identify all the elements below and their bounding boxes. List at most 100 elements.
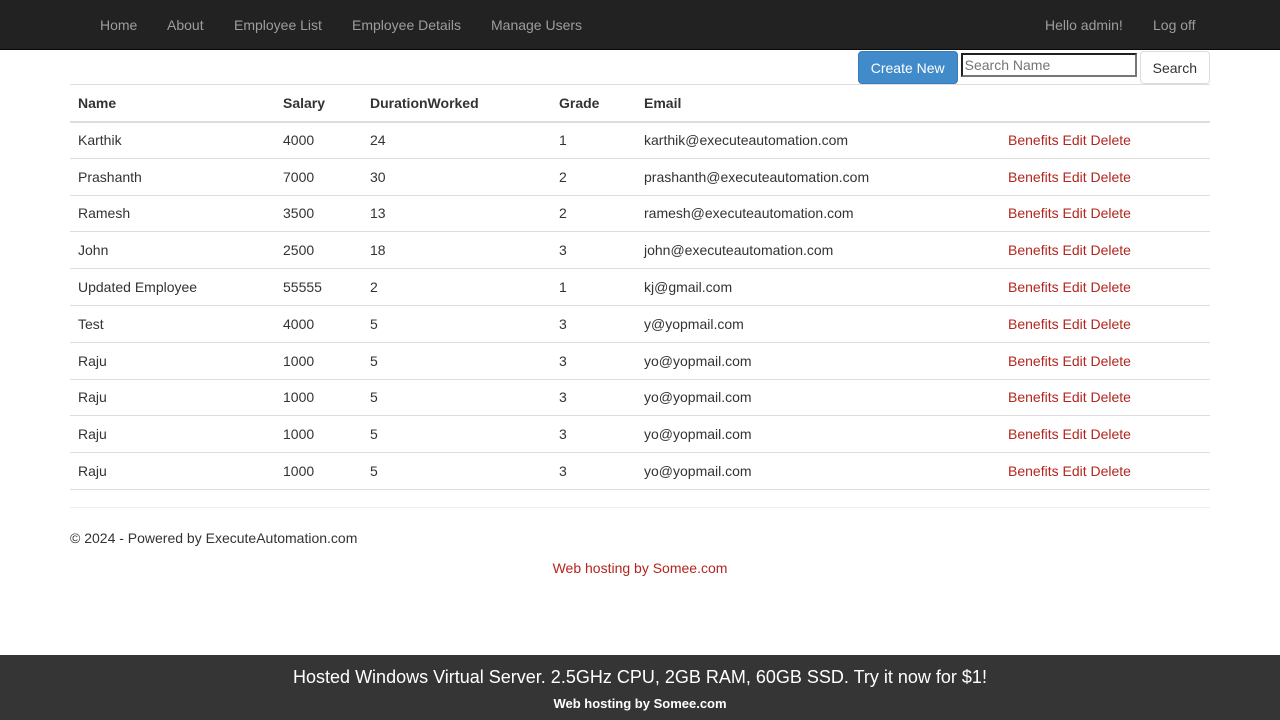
create-new-button[interactable]: Create New [857,51,958,84]
nav-manage-users[interactable]: Manage Users [491,0,582,50]
cell-name: John [70,231,275,270]
benefits-link[interactable]: Benefits [1008,132,1059,148]
cell-salary: 1000 [275,452,362,490]
edit-link[interactable]: Edit [1062,169,1086,185]
table-row: Raju 1000 5 3 yo@yopmail.com Benefits Edit De… [70,379,1210,417]
delete-link[interactable]: Delete [1091,353,1131,369]
cell-duration: 5 [362,452,551,490]
delete-link[interactable]: Delete [1091,389,1131,405]
divider [70,507,1210,508]
header-grade: Grade [551,84,636,123]
cell-duration: 24 [362,121,551,159]
hosting-link[interactable]: Web hosting by Somee.com [553,560,728,576]
employee-table: Name Salary DurationWorked Grade Email K… [70,84,1210,490]
delete-link[interactable]: Delete [1091,463,1131,479]
nav-employee-list[interactable]: Employee List [234,0,322,50]
delete-link[interactable]: Delete [1091,205,1131,221]
cell-name: Raju [70,379,275,417]
cell-duration: 30 [362,158,551,196]
header-salary: Salary [275,84,362,123]
edit-link[interactable]: Edit [1062,353,1086,369]
cell-name: Updated Employee [70,268,275,306]
cell-name: Karthik [70,121,275,159]
edit-link[interactable]: Edit [1062,279,1086,295]
toolbar: Create New Search [857,51,1210,84]
edit-link[interactable]: Edit [1062,205,1086,221]
benefits-link[interactable]: Benefits [1008,242,1059,258]
benefits-link[interactable]: Benefits [1008,389,1059,405]
header-email: Email [636,84,1000,123]
cell-actions: Benefits Edit Delete [1000,379,1210,417]
cell-grade: 3 [551,342,636,380]
cell-name: Raju [70,415,275,454]
cell-grade: 1 [551,121,636,159]
cell-email: ramesh@executeautomation.com [636,195,1000,233]
cell-duration: 2 [362,268,551,306]
navbar: Home About Employee List Employee Detail… [0,0,1280,50]
ad-banner[interactable]: Hosted Windows Virtual Server. 2.5GHz CP… [0,655,1280,720]
edit-link[interactable]: Edit [1062,463,1086,479]
delete-link[interactable]: Delete [1091,426,1131,442]
edit-link[interactable]: Edit [1062,389,1086,405]
delete-link[interactable]: Delete [1091,279,1131,295]
cell-email: y@yopmail.com [636,305,1000,343]
nav-employee-details[interactable]: Employee Details [352,0,461,50]
cell-actions: Benefits Edit Delete [1000,231,1210,270]
cell-actions: Benefits Edit Delete [1000,121,1210,159]
delete-link[interactable]: Delete [1091,132,1131,148]
edit-link[interactable]: Edit [1062,132,1086,148]
cell-actions: Benefits Edit Delete [1000,415,1210,454]
cell-duration: 13 [362,195,551,233]
edit-link[interactable]: Edit [1062,242,1086,258]
cell-email: prashanth@executeautomation.com [636,158,1000,196]
cell-salary: 4000 [275,305,362,343]
nav-about[interactable]: About [167,0,204,50]
cell-grade: 2 [551,158,636,196]
delete-link[interactable]: Delete [1091,242,1131,258]
cell-grade: 3 [551,452,636,490]
cell-duration: 5 [362,379,551,417]
cell-actions: Benefits Edit Delete [1000,268,1210,306]
nav-home[interactable]: Home [100,0,137,50]
search-button[interactable]: Search [1139,51,1210,84]
delete-link[interactable]: Delete [1091,316,1131,332]
cell-grade: 3 [551,305,636,343]
cell-duration: 5 [362,305,551,343]
edit-link[interactable]: Edit [1062,316,1086,332]
cell-name: Test [70,305,275,343]
benefits-link[interactable]: Benefits [1008,279,1059,295]
benefits-link[interactable]: Benefits [1008,463,1059,479]
cell-salary: 4000 [275,121,362,159]
cell-salary: 7000 [275,158,362,196]
table-row: Test 4000 5 3 y@yopmail.com Benefits Edit Del… [70,305,1210,343]
cell-name: Raju [70,342,275,380]
benefits-link[interactable]: Benefits [1008,426,1059,442]
cell-email: yo@yopmail.com [636,452,1000,490]
table-row: Karthik 4000 24 1 karthik@executeautomation.… [70,121,1210,159]
cell-email: yo@yopmail.com [636,342,1000,380]
header-actions [1000,84,1210,123]
cell-grade: 2 [551,195,636,233]
benefits-link[interactable]: Benefits [1008,316,1059,332]
cell-grade: 3 [551,231,636,270]
ad-text[interactable]: Hosted Windows Virtual Server. 2.5GHz CP… [0,667,1280,688]
cell-actions: Benefits Edit Delete [1000,158,1210,196]
cell-salary: 1000 [275,415,362,454]
banner-hosting-link[interactable]: Web hosting by Somee.com [0,696,1280,711]
cell-name: Ramesh [70,195,275,233]
header-name: Name [70,84,275,123]
benefits-link[interactable]: Benefits [1008,169,1059,185]
cell-actions: Benefits Edit Delete [1000,452,1210,490]
search-input[interactable] [960,53,1137,77]
cell-duration: 5 [362,342,551,380]
nav-logoff[interactable]: Log off [1153,0,1196,50]
benefits-link[interactable]: Benefits [1008,353,1059,369]
edit-link[interactable]: Edit [1062,426,1086,442]
nav-greeting[interactable]: Hello admin! [1045,0,1123,50]
table-row: Raju 1000 5 3 yo@yopmail.com Benefits Edit De… [70,342,1210,380]
table-row: Updated Employee 55555 2 1 kj@gmail.com Benef… [70,268,1210,306]
delete-link[interactable]: Delete [1091,169,1131,185]
benefits-link[interactable]: Benefits [1008,205,1059,221]
cell-salary: 1000 [275,342,362,380]
cell-email: yo@yopmail.com [636,379,1000,417]
